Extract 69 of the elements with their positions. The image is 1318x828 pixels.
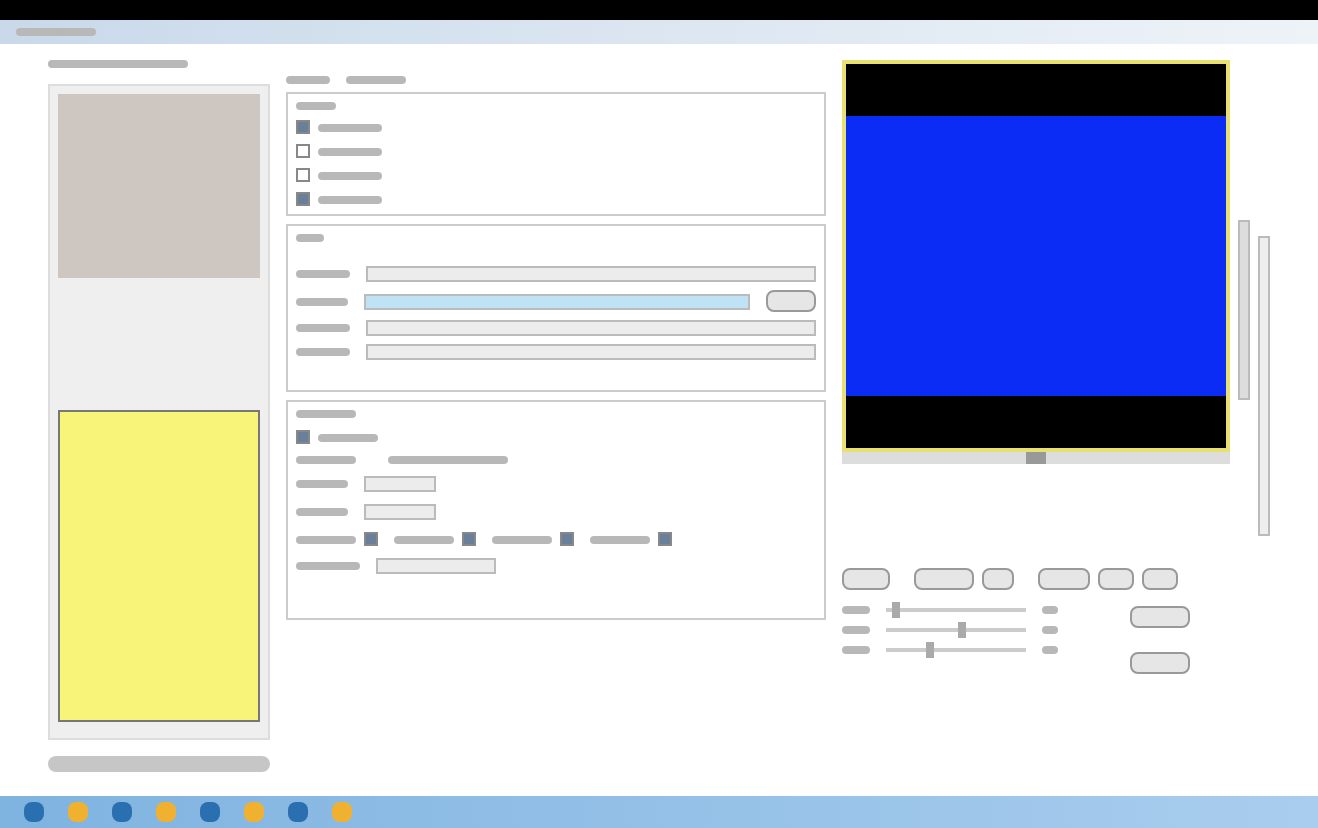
blurred-label <box>388 456 508 464</box>
blurred-label <box>318 147 382 155</box>
dropdown[interactable] <box>364 476 436 492</box>
button[interactable] <box>1098 568 1134 590</box>
blurred-label <box>296 535 356 543</box>
scroll-thumb[interactable] <box>1026 452 1046 464</box>
horizontal-scrollbar[interactable] <box>842 452 1230 464</box>
taskbar-icon[interactable] <box>112 802 132 822</box>
checkbox[interactable] <box>296 144 310 158</box>
blurred-label <box>346 76 406 84</box>
dropdown[interactable] <box>365 266 816 282</box>
blurred-label <box>318 195 382 203</box>
blurred-label <box>286 76 330 84</box>
slider-thumb[interactable] <box>925 642 934 658</box>
checkbox[interactable] <box>462 532 476 546</box>
blurred-label <box>296 348 350 356</box>
button[interactable] <box>914 568 974 590</box>
blurred-label <box>492 535 552 543</box>
taskbar-icon[interactable] <box>68 802 88 822</box>
taskbar-icon[interactable] <box>156 802 176 822</box>
button[interactable] <box>1130 652 1190 674</box>
dropdown[interactable] <box>365 344 816 360</box>
blurred-label <box>296 410 356 418</box>
blurred-label <box>296 102 336 110</box>
blurred-label <box>296 456 356 464</box>
checkbox[interactable] <box>296 168 310 182</box>
blurred-label <box>296 508 348 516</box>
blurred-label <box>842 626 870 634</box>
blurred-label <box>296 324 350 332</box>
dropdown[interactable] <box>364 504 436 520</box>
blurred-label <box>394 535 454 543</box>
button[interactable] <box>766 290 817 312</box>
button[interactable] <box>1130 606 1190 628</box>
checkbox[interactable] <box>560 532 574 546</box>
taskbar-icon[interactable] <box>288 802 308 822</box>
blurred-label <box>296 234 324 242</box>
checkbox[interactable] <box>364 532 378 546</box>
blurred-label <box>842 646 870 654</box>
taskbar-icon[interactable] <box>244 802 264 822</box>
blurred-label <box>318 123 382 131</box>
blurred-label <box>590 535 650 543</box>
blurred-label <box>16 28 96 36</box>
blurred-label <box>318 433 378 441</box>
checkbox[interactable] <box>296 120 310 134</box>
vertical-scrollbar[interactable] <box>1238 220 1250 400</box>
button[interactable] <box>1038 568 1090 590</box>
blurred-label <box>318 171 382 179</box>
taskbar-icon[interactable] <box>24 802 44 822</box>
button[interactable] <box>1142 568 1178 590</box>
dropdown[interactable] <box>376 558 496 574</box>
blurred-label <box>296 480 348 488</box>
taskbar-icon[interactable] <box>200 802 220 822</box>
bottom-buttons[interactable] <box>48 756 270 772</box>
taskbar-icon[interactable] <box>332 802 352 822</box>
checkbox[interactable] <box>296 192 310 206</box>
blurred-label <box>296 297 349 305</box>
blurred-label <box>296 562 360 570</box>
checkbox[interactable] <box>296 430 310 444</box>
checkbox[interactable] <box>658 532 672 546</box>
dropdown[interactable] <box>365 320 816 336</box>
vertical-scrollbar[interactable] <box>1258 236 1270 536</box>
slider-thumb[interactable] <box>892 602 901 618</box>
dropdown[interactable] <box>364 293 751 309</box>
button[interactable] <box>982 568 1014 590</box>
slider-thumb[interactable] <box>958 622 967 638</box>
blurred-label <box>296 270 350 278</box>
button[interactable] <box>842 568 890 590</box>
template-name <box>48 60 188 68</box>
blurred-label <box>842 606 870 614</box>
